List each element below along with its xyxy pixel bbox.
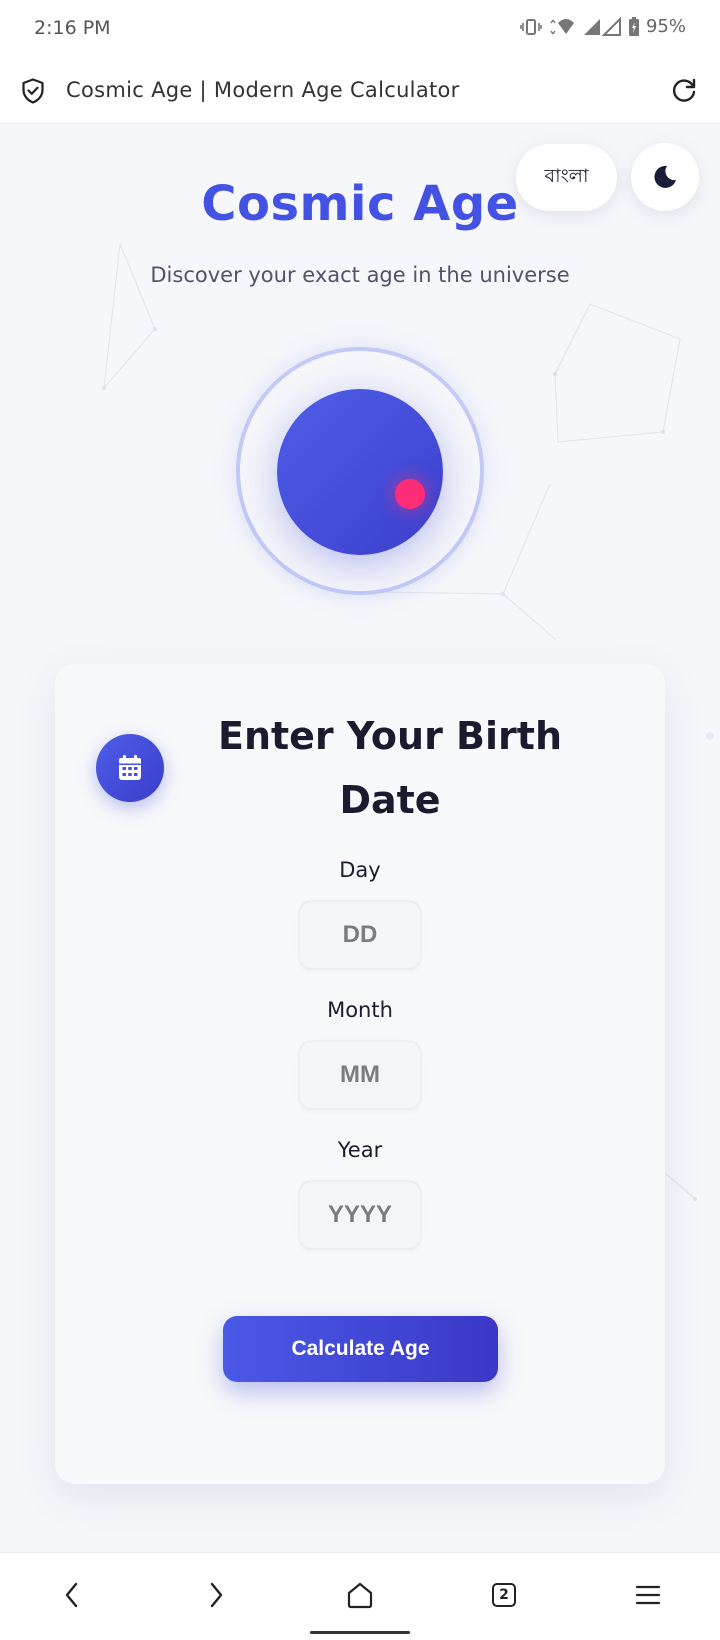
- moon-dot: [395, 479, 425, 509]
- browser-bottom-nav: 2: [0, 1552, 720, 1640]
- back-icon: [65, 1582, 78, 1608]
- day-label: Day: [339, 858, 381, 882]
- vibrate-icon: [520, 18, 542, 35]
- menu-button[interactable]: [628, 1575, 668, 1615]
- calculate-age-button[interactable]: Calculate Age: [223, 1316, 498, 1382]
- battery-icon: [628, 16, 639, 36]
- tab-count: 2: [499, 1587, 509, 1603]
- home-icon: [347, 1582, 373, 1609]
- signal-icon: [583, 16, 621, 36]
- status-icons: 95%: [520, 16, 686, 37]
- menu-icon: [635, 1585, 661, 1605]
- wifi-icon: [550, 18, 574, 34]
- day-input[interactable]: [298, 900, 422, 970]
- app-subtitle: Discover your exact age in the universe: [150, 263, 570, 287]
- battery-percent: 95%: [645, 16, 686, 37]
- status-time: 2:16 PM: [34, 17, 111, 39]
- browser-toolbar: Cosmic Age | Modern Age Calculator: [0, 58, 720, 124]
- page-content: বাংলা Cosmic Age Discover your exact age…: [0, 124, 720, 1552]
- calendar-icon: [96, 734, 164, 802]
- forward-icon: [210, 1582, 223, 1608]
- forward-button[interactable]: [196, 1575, 236, 1615]
- home-button[interactable]: [340, 1575, 380, 1615]
- month-input[interactable]: [298, 1040, 422, 1110]
- year-label: Year: [337, 1138, 383, 1162]
- reload-icon[interactable]: [670, 77, 698, 109]
- page-title[interactable]: Cosmic Age | Modern Age Calculator: [66, 78, 460, 102]
- app-title: Cosmic Age: [201, 176, 519, 232]
- gesture-bar: [310, 1631, 410, 1634]
- status-bar: 2:16 PM 95%: [0, 0, 720, 58]
- planet-graphic: [277, 389, 443, 555]
- year-input[interactable]: [298, 1180, 422, 1250]
- birth-date-card: Enter Your Birth Date Day Month Year Cal…: [55, 664, 665, 1484]
- card-title: Enter Your Birth Date: [217, 714, 563, 822]
- tabs-button[interactable]: 2: [484, 1575, 524, 1615]
- back-button[interactable]: [52, 1575, 92, 1615]
- shield-check-icon[interactable]: [21, 78, 45, 108]
- month-label: Month: [327, 998, 393, 1022]
